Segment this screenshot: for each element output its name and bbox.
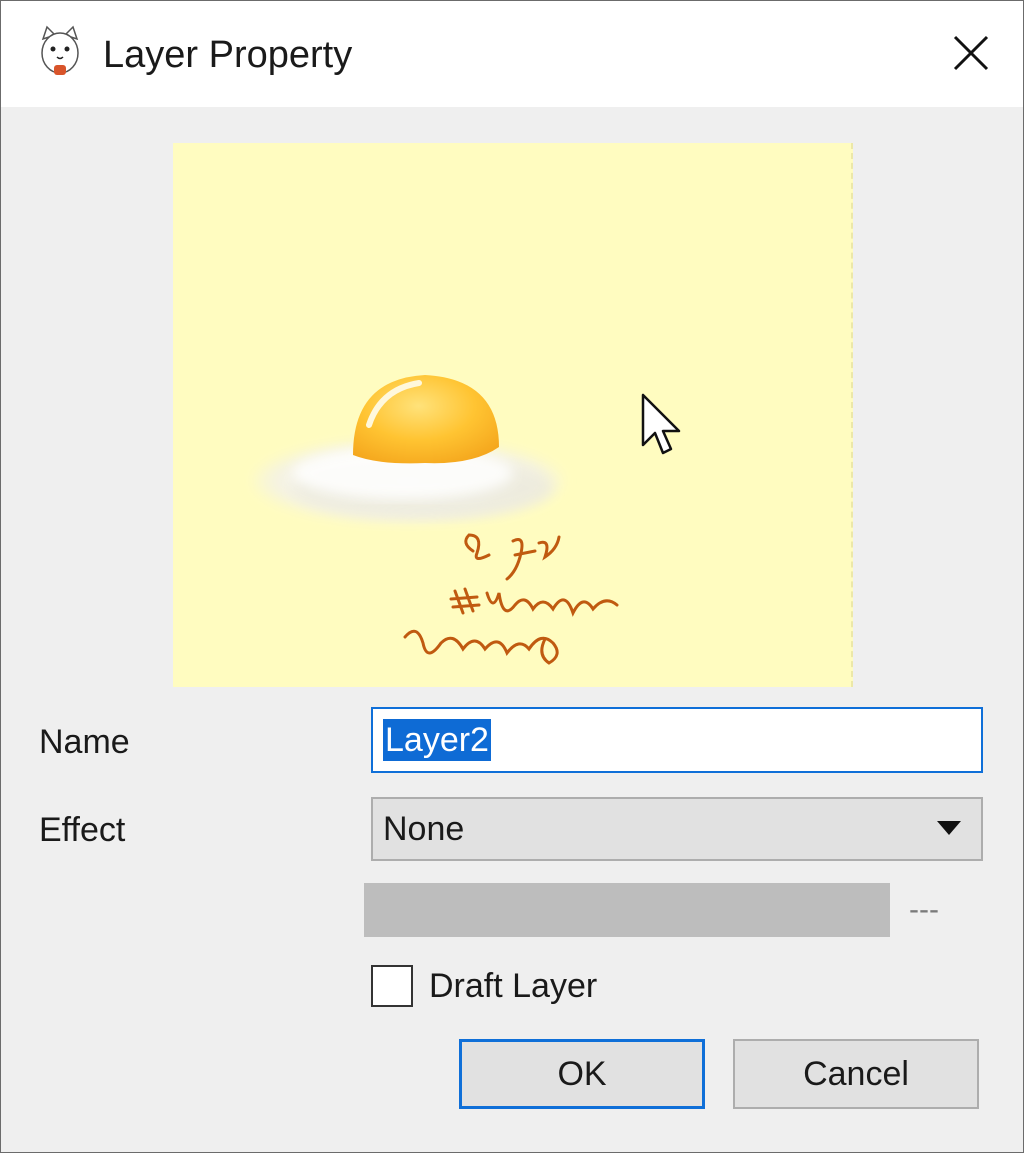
effect-parameter-slider[interactable] (364, 883, 890, 937)
mouse-cursor-icon (641, 393, 681, 455)
close-button[interactable] (941, 23, 1001, 83)
cancel-button[interactable]: Cancel (733, 1039, 979, 1109)
name-label: Name (39, 723, 130, 761)
window-title: Layer Property (103, 34, 353, 76)
effect-dropdown-value: None (383, 809, 465, 848)
layer-property-dialog: Layer Property Name Layer2 Effect None -… (0, 0, 1024, 1153)
chevron-down-icon (937, 821, 961, 835)
name-input-value: Layer2 (383, 719, 491, 761)
effect-parameter-value: --- (909, 893, 939, 926)
close-icon (953, 35, 989, 71)
ok-button[interactable]: OK (459, 1039, 705, 1109)
title-bar[interactable]: Layer Property (1, 1, 1023, 107)
effect-label: Effect (39, 811, 126, 849)
layer-preview (173, 143, 853, 687)
draft-layer-checkbox[interactable] (371, 965, 413, 1007)
name-input[interactable]: Layer2 (371, 707, 983, 773)
effect-dropdown[interactable]: None (371, 797, 983, 861)
egg-drawing (253, 375, 563, 523)
cat-app-icon (41, 25, 79, 75)
signature (403, 533, 619, 665)
preview-image (253, 375, 619, 665)
draft-layer-label[interactable]: Draft Layer (429, 967, 597, 1006)
